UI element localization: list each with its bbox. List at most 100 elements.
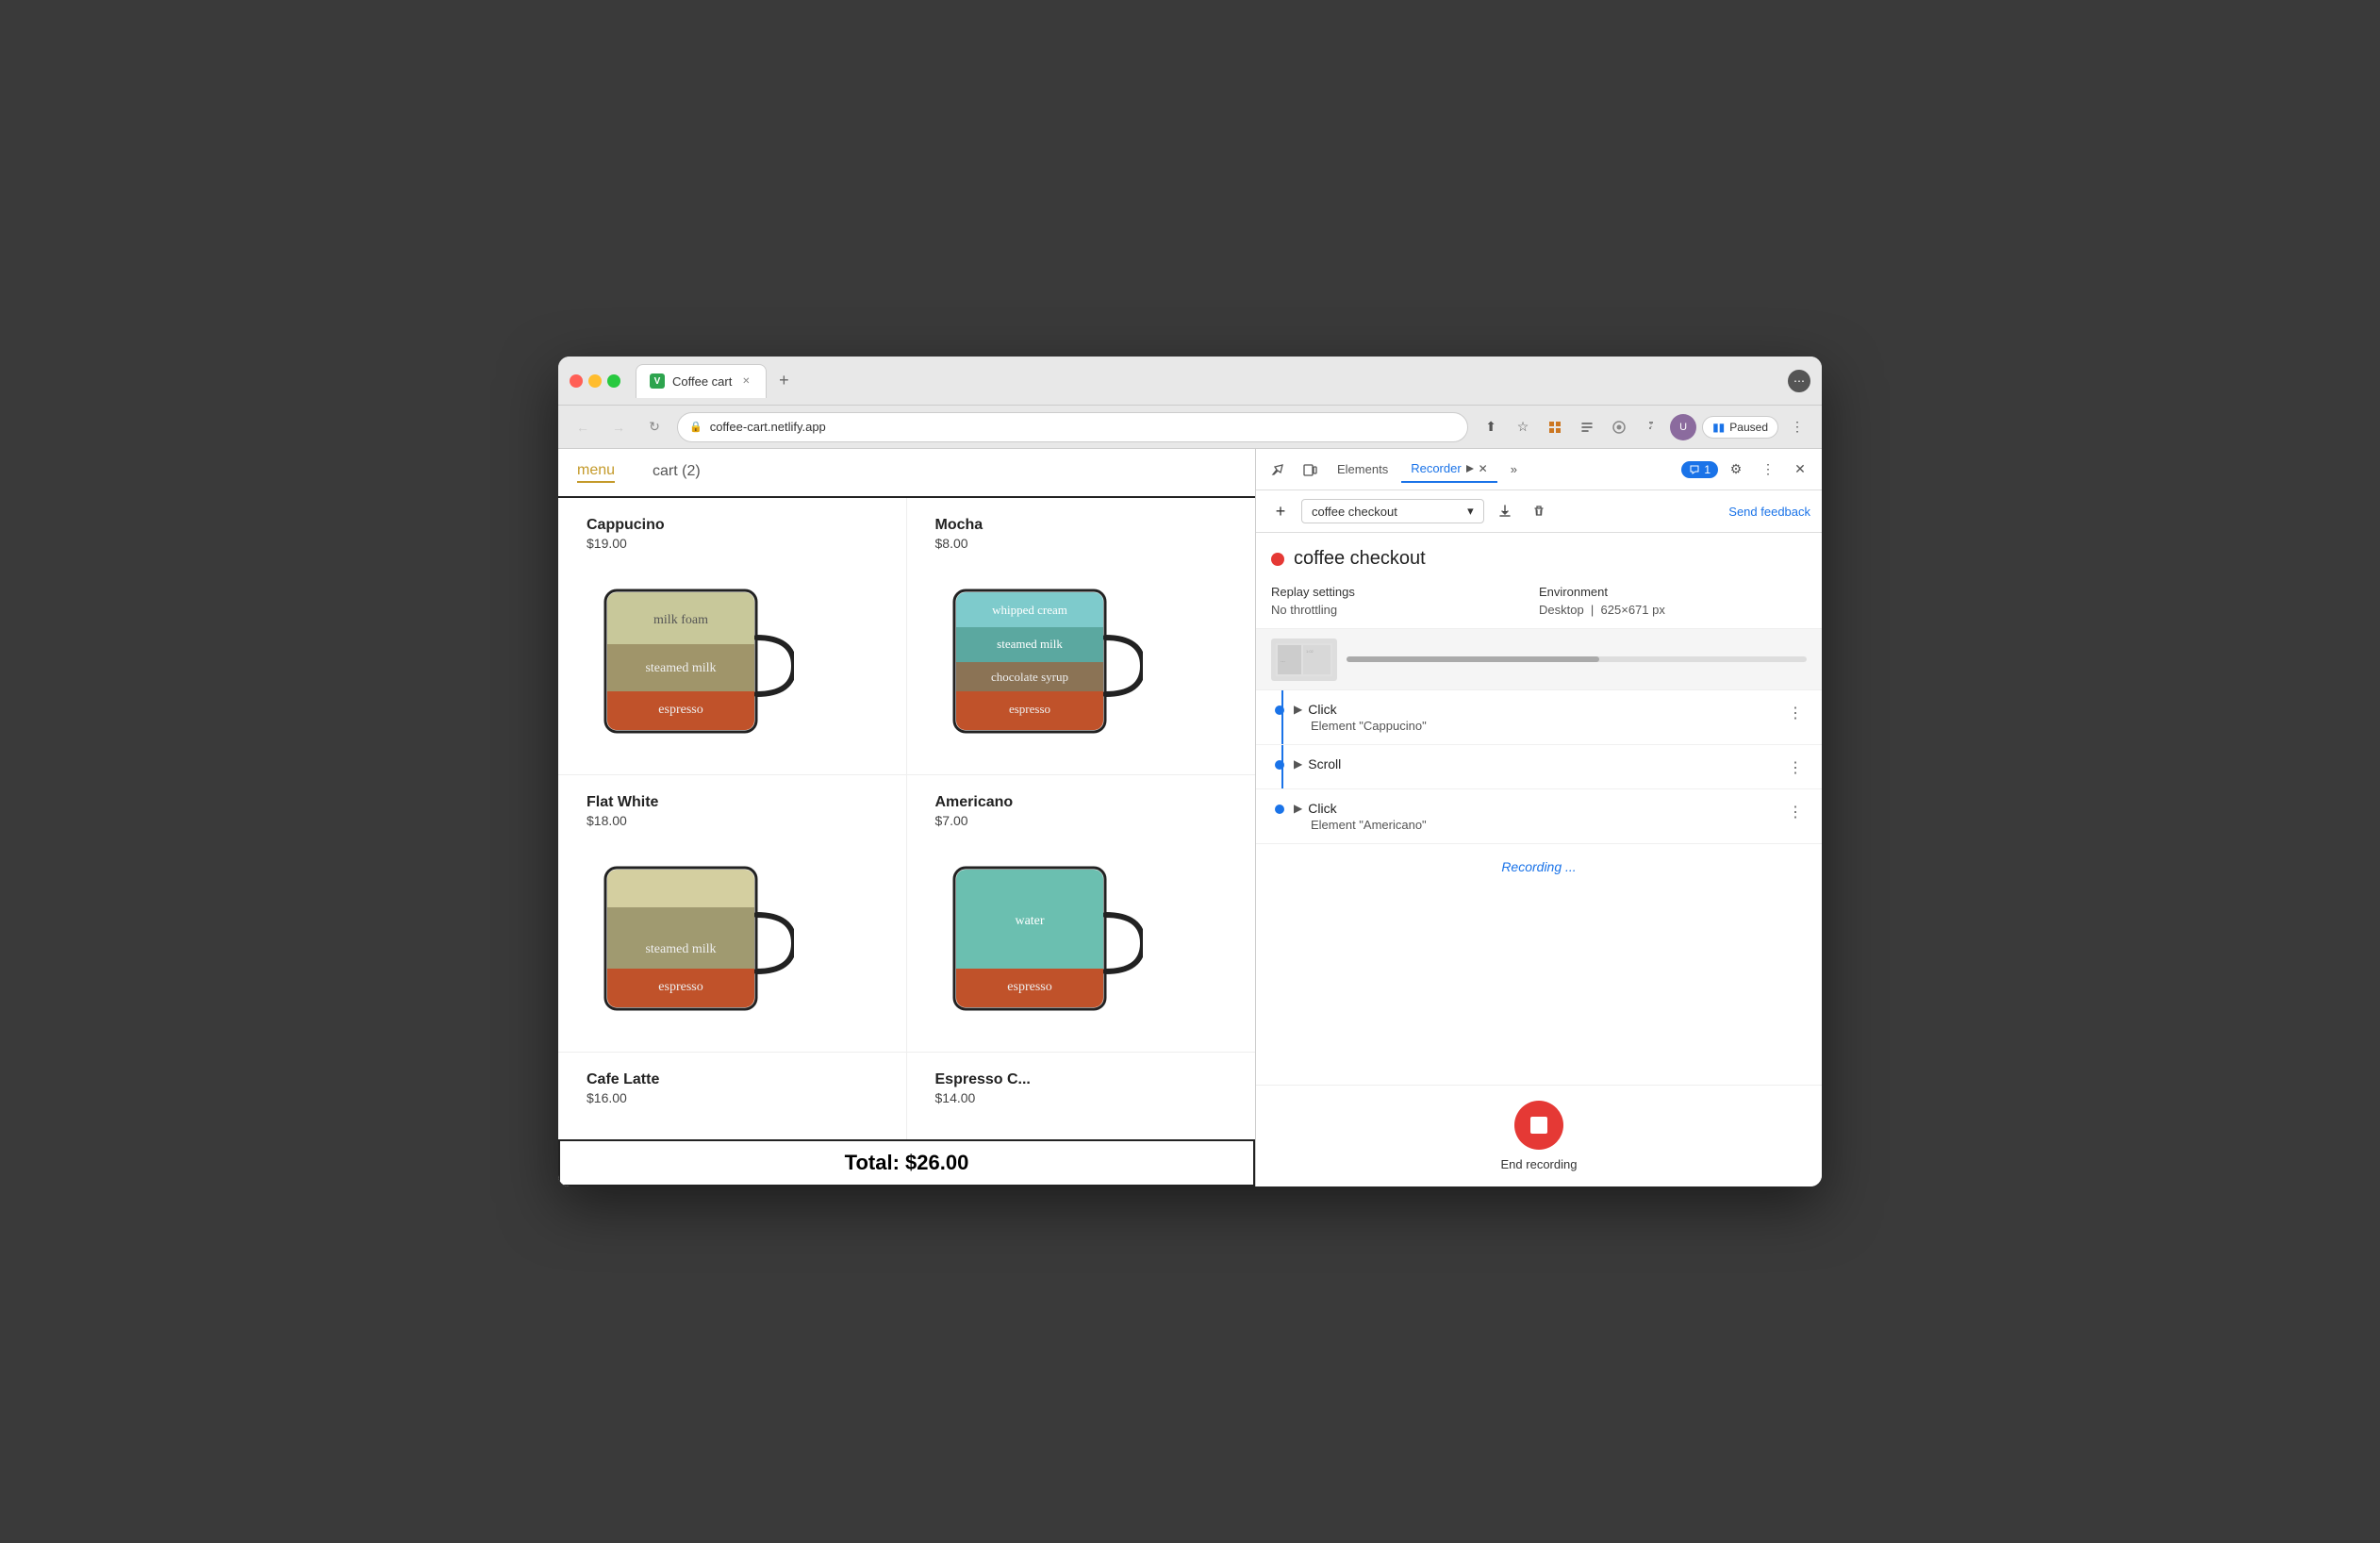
forward-button[interactable]: → bbox=[605, 414, 632, 440]
svg-text:espresso: espresso bbox=[1007, 980, 1051, 994]
environment-value: Desktop | 625×671 px bbox=[1539, 603, 1807, 617]
end-recording-label: End recording bbox=[1501, 1157, 1578, 1171]
url-text: coffee-cart.netlify.app bbox=[710, 420, 826, 434]
chat-badge[interactable]: 1 bbox=[1681, 461, 1718, 478]
timeline-progress bbox=[1347, 656, 1807, 662]
cup-svg-mocha: whipped cream steamed milk chocolate syr… bbox=[935, 562, 1143, 751]
url-bar[interactable]: 🔒 coffee-cart.netlify.app bbox=[677, 412, 1468, 442]
recording-select[interactable]: coffee checkout ▾ bbox=[1301, 499, 1484, 523]
browser-tab[interactable]: V Coffee cart ✕ bbox=[636, 364, 767, 398]
step-type-1: Click bbox=[1308, 702, 1336, 717]
extension-icon-2[interactable] bbox=[1606, 414, 1632, 440]
devtools-right-icons: 1 ⚙ ⋮ ✕ bbox=[1681, 456, 1814, 484]
recorder-tab-label: Recorder bbox=[1411, 461, 1461, 475]
step-arrow-icon: ▶ bbox=[1294, 703, 1302, 716]
coffee-price: $8.00 bbox=[935, 536, 1228, 551]
send-feedback-link[interactable]: Send feedback bbox=[1728, 505, 1810, 519]
step-more-button-3[interactable]: ⋮ bbox=[1784, 803, 1807, 821]
coffee-name: Flat White bbox=[587, 794, 878, 811]
step-content-1: ▶ Click Element "Cappucino" bbox=[1294, 702, 1775, 733]
devtools-more-button[interactable]: ⋮ bbox=[1754, 456, 1782, 484]
svg-text:espresso: espresso bbox=[658, 980, 702, 994]
total-bar: Total: $26.00 bbox=[558, 1139, 1255, 1186]
new-tab-button[interactable]: + bbox=[770, 368, 797, 394]
export-icon bbox=[1497, 504, 1512, 519]
add-recording-button[interactable]: + bbox=[1267, 498, 1294, 524]
coffee-item-cappucino[interactable]: Cappucino $19.00 bbox=[558, 498, 907, 775]
recorder-title-text: coffee checkout bbox=[1294, 548, 1426, 570]
devtools-icon[interactable] bbox=[1574, 414, 1600, 440]
recording-status: Recording ... bbox=[1256, 844, 1822, 889]
extension-icon-1[interactable] bbox=[1542, 414, 1568, 440]
coffee-price: $14.00 bbox=[935, 1090, 1228, 1105]
total-text: Total: $26.00 bbox=[845, 1151, 969, 1174]
minimize-window-button[interactable] bbox=[588, 374, 602, 388]
end-recording-button[interactable] bbox=[1514, 1101, 1563, 1150]
nav-menu[interactable]: menu bbox=[577, 462, 615, 483]
nav-cart[interactable]: cart (2) bbox=[653, 463, 701, 482]
tab-favicon: V bbox=[650, 373, 665, 389]
end-recording-area: End recording bbox=[1256, 1085, 1822, 1186]
devtools-tabs: Elements Recorder ✕ » 1 bbox=[1256, 449, 1822, 490]
step-content-2: ▶ Scroll bbox=[1294, 756, 1775, 772]
more-tabs-button[interactable]: » bbox=[1501, 456, 1527, 483]
recorder-tab-close[interactable]: ✕ bbox=[1479, 462, 1488, 475]
window-menu-icon[interactable]: ⋯ bbox=[1788, 370, 1810, 392]
coffee-name: Cappucino bbox=[587, 517, 878, 534]
address-bar: ← → ↻ 🔒 coffee-cart.netlify.app ⬆ ☆ bbox=[558, 406, 1822, 449]
chat-badge-count: 1 bbox=[1704, 463, 1711, 476]
lock-icon: 🔒 bbox=[689, 421, 702, 433]
elements-tab[interactable]: Elements bbox=[1328, 456, 1397, 483]
traffic-lights bbox=[570, 374, 620, 388]
device-emulation-button[interactable] bbox=[1296, 456, 1324, 484]
share-icon[interactable]: ⬆ bbox=[1478, 414, 1504, 440]
tab-close-button[interactable]: ✕ bbox=[739, 374, 752, 388]
coffee-price: $7.00 bbox=[935, 813, 1228, 828]
coffee-item-americano[interactable]: Americano $7.00 water espresso bbox=[907, 775, 1256, 1053]
chat-icon bbox=[1689, 464, 1700, 475]
step-more-button-2[interactable]: ⋮ bbox=[1784, 758, 1807, 777]
recording-name-text: coffee checkout bbox=[1312, 505, 1397, 519]
export-recording-button[interactable] bbox=[1492, 498, 1518, 524]
svg-text:whipped cream: whipped cream bbox=[992, 603, 1067, 617]
svg-text:…: … bbox=[1281, 658, 1285, 664]
step-toggle-2[interactable]: ▶ Scroll bbox=[1294, 756, 1775, 772]
devtools-panel: Elements Recorder ✕ » 1 bbox=[1256, 449, 1822, 1186]
replay-settings: Replay settings Environment No throttlin… bbox=[1256, 577, 1822, 629]
paused-button[interactable]: ▮▮ Paused bbox=[1702, 416, 1778, 439]
inspect-element-button[interactable] bbox=[1264, 456, 1292, 484]
step-dot-1 bbox=[1275, 705, 1284, 715]
chrome-menu-icon[interactable]: ⋮ bbox=[1784, 414, 1810, 440]
tab-title: Coffee cart bbox=[672, 374, 732, 389]
back-button[interactable]: ← bbox=[570, 414, 596, 440]
coffee-name: Mocha bbox=[935, 517, 1228, 534]
timeline-thumbnail: … 1:02 bbox=[1271, 639, 1337, 681]
reload-button[interactable]: ↻ bbox=[641, 414, 668, 440]
step-type-2: Scroll bbox=[1308, 756, 1341, 772]
extensions-puzzle-icon[interactable] bbox=[1638, 414, 1664, 440]
coffee-item-flat-white[interactable]: Flat White $18.00 steamed milk bbox=[558, 775, 907, 1053]
recording-dot bbox=[1271, 553, 1284, 566]
delete-icon bbox=[1531, 504, 1546, 519]
close-window-button[interactable] bbox=[570, 374, 583, 388]
step-item-click-americano: ▶ Click Element "Americano" ⋮ bbox=[1256, 789, 1822, 844]
step-more-button-1[interactable]: ⋮ bbox=[1784, 704, 1807, 722]
coffee-name: Americano bbox=[935, 794, 1228, 811]
step-arrow-icon-3: ▶ bbox=[1294, 802, 1302, 815]
coffee-item-mocha[interactable]: Mocha $8.00 whipped cream bbox=[907, 498, 1256, 775]
delete-recording-button[interactable] bbox=[1526, 498, 1552, 524]
bookmark-icon[interactable]: ☆ bbox=[1510, 414, 1536, 440]
devtools-close-button[interactable]: ✕ bbox=[1786, 456, 1814, 484]
maximize-window-button[interactable] bbox=[607, 374, 620, 388]
step-toggle-3[interactable]: ▶ Click bbox=[1294, 801, 1775, 816]
svg-text:steamed milk: steamed milk bbox=[645, 661, 716, 675]
step-item-scroll: ▶ Scroll ⋮ bbox=[1256, 745, 1822, 789]
avatar[interactable]: U bbox=[1670, 414, 1696, 440]
devtools-settings-button[interactable]: ⚙ bbox=[1722, 456, 1750, 484]
recorder-tab-icon bbox=[1464, 463, 1476, 474]
svg-text:steamed milk: steamed milk bbox=[997, 637, 1063, 651]
step-toggle-1[interactable]: ▶ Click bbox=[1294, 702, 1775, 717]
step-detail-3: Element "Americano" bbox=[1294, 818, 1775, 832]
recorder-tab[interactable]: Recorder ✕ bbox=[1401, 456, 1497, 483]
svg-text:milk foam: milk foam bbox=[653, 613, 708, 627]
